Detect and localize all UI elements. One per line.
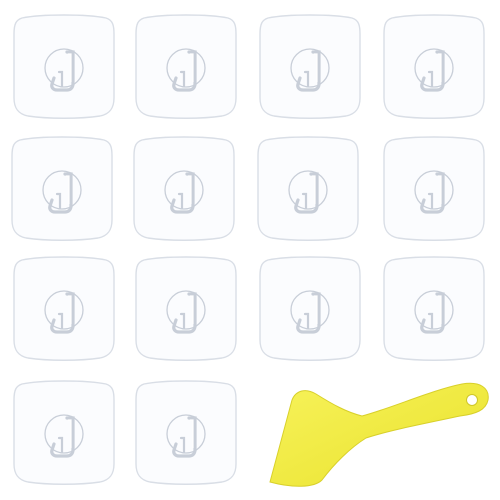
adhesive-hook-pad xyxy=(256,134,360,242)
adhesive-hook-pad xyxy=(12,378,116,486)
yellow-scraper-tool xyxy=(262,378,492,488)
adhesive-hook-pad xyxy=(12,254,116,362)
adhesive-hook-pad xyxy=(12,12,116,120)
adhesive-hook-pad xyxy=(134,378,238,486)
scraper-hang-hole xyxy=(466,394,478,406)
adhesive-hook-pad xyxy=(382,12,486,120)
scraper-body xyxy=(269,382,489,487)
adhesive-hook-pad xyxy=(10,134,114,242)
product-photo xyxy=(0,0,500,500)
adhesive-hook-pad xyxy=(382,134,486,242)
adhesive-hook-pad xyxy=(382,254,486,362)
adhesive-hook-pad xyxy=(134,12,238,120)
adhesive-hook-pad xyxy=(258,12,362,120)
adhesive-hook-pad xyxy=(134,254,238,362)
adhesive-hook-pad xyxy=(132,134,236,242)
adhesive-hook-pad xyxy=(258,254,362,362)
